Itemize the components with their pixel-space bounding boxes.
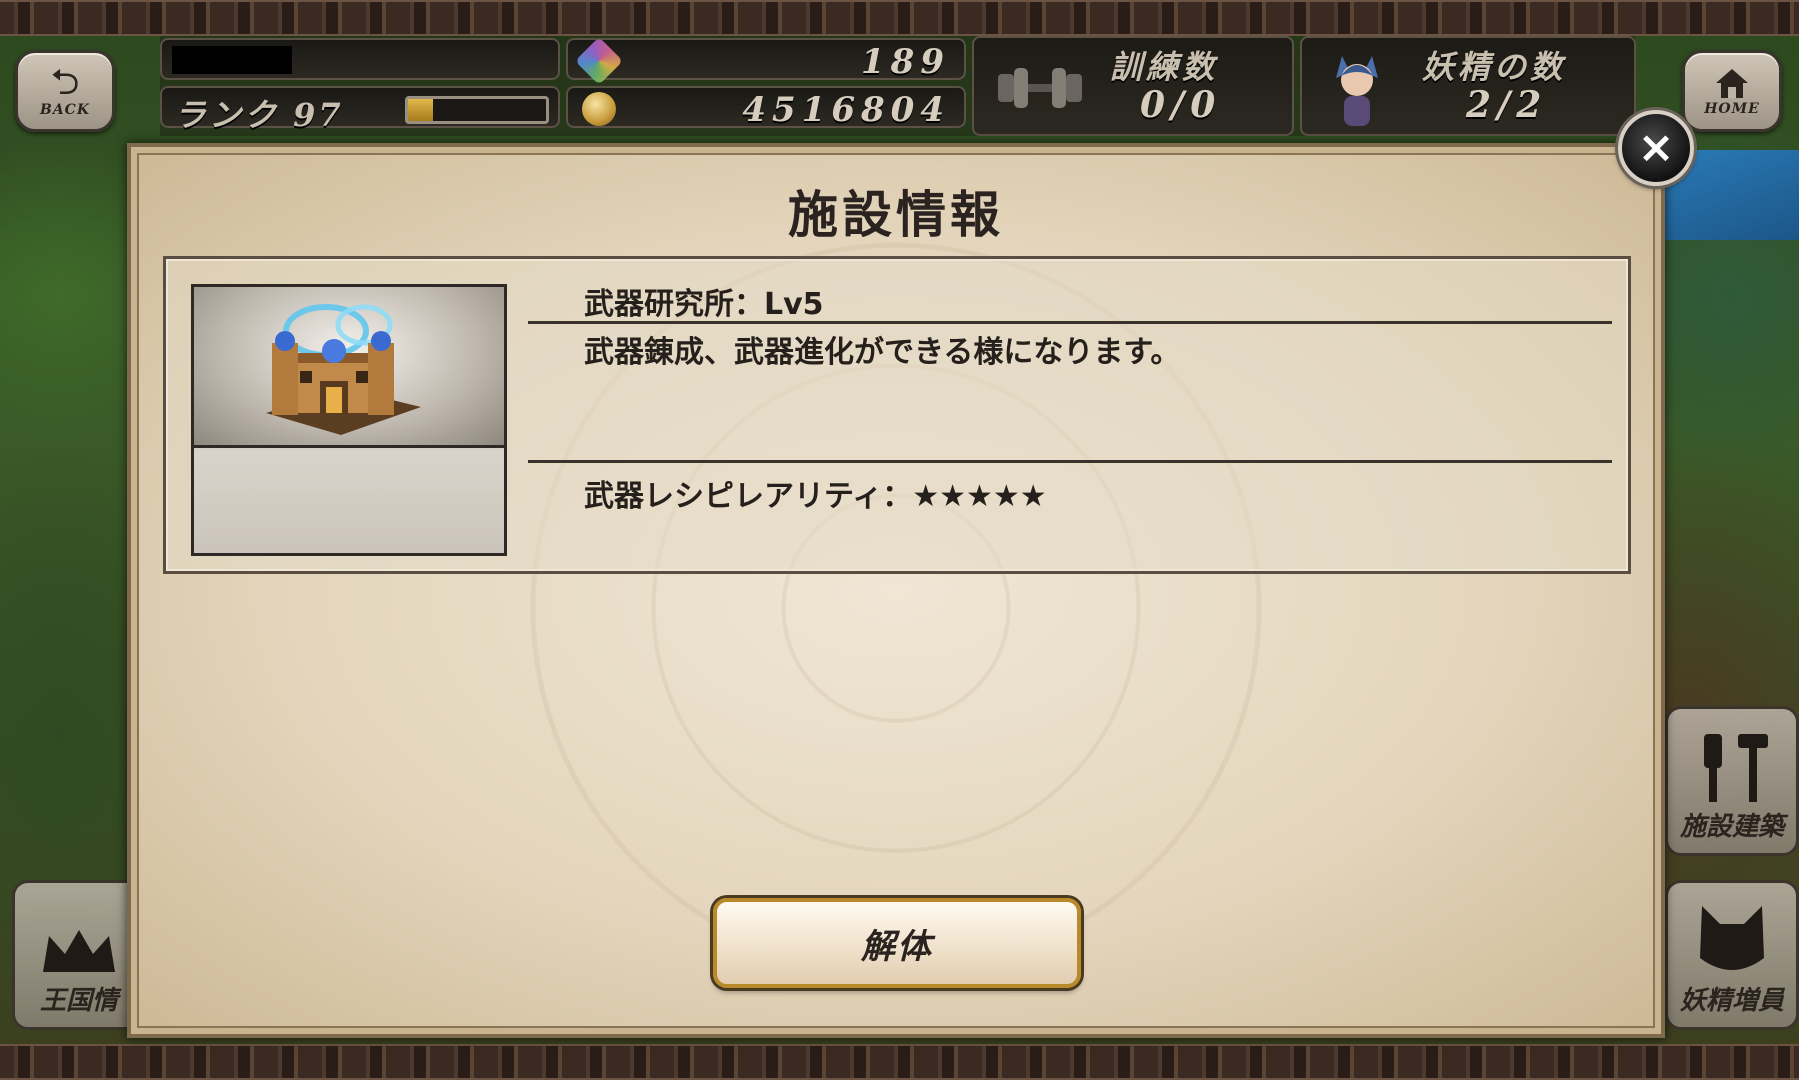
- gold-count: 4516804: [742, 90, 950, 130]
- facility-image-caption-area: [194, 451, 504, 553]
- gem-icon: [574, 36, 624, 86]
- fairy-stat[interactable]: 妖精の数 2/2: [1300, 36, 1636, 136]
- rank-progress-fill: [408, 99, 433, 121]
- coin-icon: [582, 92, 616, 126]
- tools-icon: [1704, 734, 1768, 802]
- divider-bottom: [528, 460, 1612, 463]
- back-button[interactable]: ⮌ BACK: [15, 50, 115, 132]
- training-stat[interactable]: 訓練数 0/0: [972, 36, 1294, 136]
- dialog-title: 施設情報: [788, 186, 1004, 244]
- bottom-frame-border: [0, 1044, 1799, 1080]
- fairy-value: 2/2: [1466, 84, 1548, 126]
- kingdom-info-label: 王国情: [39, 986, 118, 1016]
- gem-counter: 189: [566, 36, 966, 86]
- home-button-label: HOME: [1704, 101, 1760, 117]
- gold-counter: 4516804: [566, 86, 966, 130]
- back-button-label: BACK: [39, 102, 90, 118]
- weapon-lab-building-image: [266, 304, 421, 435]
- player-name-redaction: [172, 46, 292, 74]
- top-frame-border: [0, 0, 1799, 36]
- close-icon: ×: [1637, 122, 1675, 173]
- fairy-increase-button[interactable]: 妖精増員: [1665, 880, 1799, 1030]
- training-title: 訓練数: [1110, 48, 1219, 86]
- dumbbell-icon: [998, 68, 1082, 108]
- facility-name-level: 武器研究所：Lv5: [584, 287, 824, 322]
- rank-label: ランク 97: [174, 96, 344, 134]
- home-icon: [1716, 69, 1748, 98]
- recipe-rarity: 武器レシピレアリティ：★★★★★: [584, 479, 1047, 514]
- facility-info-panel: 武器研究所：Lv5 武器錬成、武器進化ができる様になります。 武器レシピレアリテ…: [163, 256, 1631, 574]
- divider-top: [528, 321, 1612, 324]
- fairy-icon: [1336, 56, 1378, 126]
- facility-build-label: 施設建築: [1679, 812, 1784, 842]
- player-name-field: [160, 38, 560, 80]
- back-arrow-icon: ⮌: [50, 62, 80, 103]
- kingdom-info-button[interactable]: 王国情: [12, 880, 146, 1030]
- dismantle-button[interactable]: 解体: [713, 898, 1081, 988]
- facility-build-button[interactable]: 施設建築: [1665, 706, 1799, 856]
- crown-icon: [43, 930, 115, 972]
- rank-progress-bar: [405, 96, 549, 124]
- fairy-increase-label: 妖精増員: [1679, 986, 1784, 1016]
- dismantle-button-label: 解体: [861, 926, 933, 967]
- cat-head-icon: [1700, 906, 1764, 970]
- fairy-title: 妖精の数: [1422, 48, 1567, 86]
- facility-image-frame: [194, 287, 504, 448]
- training-value: 0/0: [1140, 84, 1222, 126]
- home-button[interactable]: HOME: [1682, 50, 1782, 132]
- facility-description: 武器錬成、武器進化ができる様になります。: [584, 335, 1181, 370]
- gem-count: 189: [861, 42, 950, 82]
- close-button[interactable]: ×: [1618, 110, 1694, 186]
- facility-thumbnail: [191, 284, 507, 556]
- rank-panel: ランク 97: [160, 86, 560, 134]
